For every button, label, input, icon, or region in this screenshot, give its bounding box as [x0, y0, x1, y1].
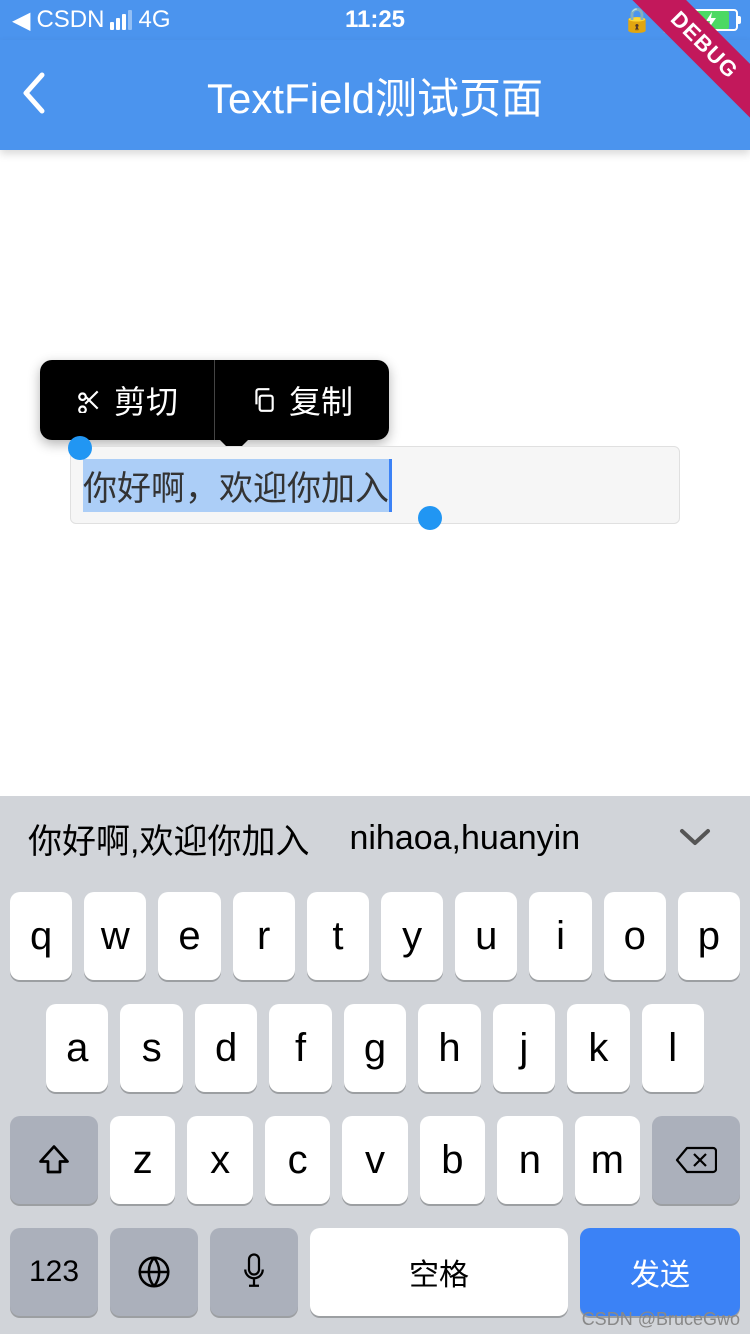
candidate-bar: 你好啊,欢迎你加入 nihaoa,huanyin: [0, 796, 750, 880]
key-x[interactable]: x: [187, 1116, 252, 1204]
text-field-value: 你好啊，欢迎你加入: [83, 459, 392, 512]
key-n[interactable]: n: [497, 1116, 562, 1204]
microphone-icon: [239, 1252, 269, 1292]
app-bar: TextField测试页面: [0, 40, 750, 150]
key-i[interactable]: i: [529, 892, 591, 980]
back-to-app-name[interactable]: CSDN: [36, 6, 104, 34]
cut-label: 剪切: [114, 377, 178, 423]
key-r[interactable]: r: [233, 892, 295, 980]
selection-handle-start[interactable]: [68, 436, 92, 460]
page-title: TextField测试页面: [207, 65, 543, 126]
key-row-1: q w e r t y u i o p: [0, 880, 750, 992]
text-field[interactable]: 你好啊，欢迎你加入: [70, 446, 680, 524]
candidate-secondary[interactable]: nihaoa,huanyin: [349, 819, 580, 858]
key-l[interactable]: l: [642, 1004, 704, 1092]
candidate-expand-button[interactable]: [668, 819, 722, 858]
signal-icon: [110, 10, 132, 30]
key-k[interactable]: k: [567, 1004, 629, 1092]
send-key[interactable]: 发送: [580, 1228, 740, 1316]
backspace-key[interactable]: [652, 1116, 740, 1204]
key-z[interactable]: z: [110, 1116, 175, 1204]
back-button[interactable]: [20, 71, 48, 120]
key-o[interactable]: o: [604, 892, 666, 980]
key-q[interactable]: q: [10, 892, 72, 980]
keyboard: 你好啊,欢迎你加入 nihaoa,huanyin q w e r t y u i…: [0, 796, 750, 1334]
key-s[interactable]: s: [120, 1004, 182, 1092]
copy-icon: [251, 387, 277, 413]
key-t[interactable]: t: [307, 892, 369, 980]
watermark: CSDN @BruceGwo: [582, 1309, 740, 1330]
backspace-icon: [675, 1144, 717, 1176]
copy-button[interactable]: 复制: [215, 377, 389, 423]
key-f[interactable]: f: [269, 1004, 331, 1092]
network-label: 4G: [138, 6, 170, 34]
scissors-icon: [76, 387, 102, 413]
key-p[interactable]: p: [678, 892, 740, 980]
globe-icon: [135, 1253, 173, 1291]
space-key[interactable]: 空格: [310, 1228, 568, 1316]
key-d[interactable]: d: [195, 1004, 257, 1092]
chevron-left-icon: [20, 71, 48, 115]
key-w[interactable]: w: [84, 892, 146, 980]
key-b[interactable]: b: [420, 1116, 485, 1204]
globe-key[interactable]: [110, 1228, 198, 1316]
back-to-app-caret[interactable]: ◀: [12, 6, 30, 35]
key-v[interactable]: v: [342, 1116, 407, 1204]
numbers-key[interactable]: 123: [10, 1228, 98, 1316]
selection-handle-end[interactable]: [418, 506, 442, 530]
key-u[interactable]: u: [455, 892, 517, 980]
key-row-3: z x c v b n m: [0, 1104, 750, 1216]
key-e[interactable]: e: [158, 892, 220, 980]
cut-button[interactable]: 剪切: [40, 377, 214, 423]
status-left: ◀ CSDN 4G: [12, 6, 171, 35]
key-g[interactable]: g: [344, 1004, 406, 1092]
copy-label: 复制: [289, 377, 353, 423]
key-c[interactable]: c: [265, 1116, 330, 1204]
chevron-down-icon: [678, 827, 712, 849]
shift-key[interactable]: [10, 1116, 98, 1204]
key-h[interactable]: h: [418, 1004, 480, 1092]
status-time: 11:25: [345, 6, 405, 34]
key-j[interactable]: j: [493, 1004, 555, 1092]
key-y[interactable]: y: [381, 892, 443, 980]
text-selection-toolbar: 剪切 复制: [40, 360, 389, 440]
candidate-primary[interactable]: 你好啊,欢迎你加入: [28, 814, 309, 863]
key-row-2: a s d f g h j k l: [0, 992, 750, 1104]
key-a[interactable]: a: [46, 1004, 108, 1092]
mic-key[interactable]: [210, 1228, 298, 1316]
shift-icon: [36, 1142, 72, 1178]
key-m[interactable]: m: [575, 1116, 640, 1204]
